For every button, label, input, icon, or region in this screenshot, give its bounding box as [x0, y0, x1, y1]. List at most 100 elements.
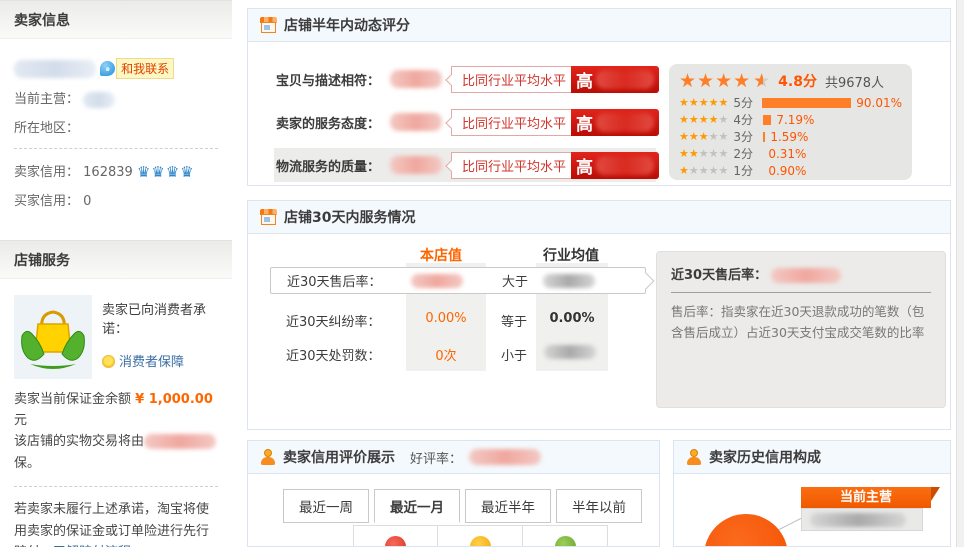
tab-last-half-year[interactable]: 最近半年 — [465, 489, 551, 523]
scrollbar[interactable] — [956, 0, 964, 547]
stars-off: ★★ — [709, 130, 729, 143]
positive-face-icon — [385, 536, 406, 547]
stars-on: ★★ — [679, 147, 699, 160]
score-bar — [763, 132, 765, 142]
stars-on: ★★★★★ — [679, 96, 728, 109]
service-panel-title: 店铺30天内服务情况 — [284, 207, 415, 227]
score-pct: 0.31% — [768, 147, 806, 161]
deposit-line2-prefix: 该店铺的实物交易将由 — [14, 434, 144, 449]
breakdown-row-2: ★★★★★ 2分 0.31% — [679, 145, 902, 162]
deposit-text: 卖家当前保证金余额 ¥ 1,000.00 元 该店铺的实物交易将由保。 — [14, 389, 218, 475]
redacted-seller-name — [14, 60, 96, 78]
time-range-tabs: 最近一周 最近一月 最近半年 半年以前 — [283, 489, 647, 523]
region-row: 所在地区： — [14, 117, 218, 136]
higher-word: 高 — [576, 153, 593, 178]
industry-value-column-header: 行业均值 — [543, 245, 599, 265]
stars-on: ★★★★ — [679, 113, 718, 126]
redacted-percent — [596, 70, 654, 89]
score-label: 4分 — [733, 111, 759, 128]
seller-credit-row: 卖家信用： 162839 ♛♛♛♛ — [14, 161, 218, 181]
info-description: 售后率：指卖家在近30天退款成功的笔数（包含售后成立）占近30天支付宝成交笔数的… — [671, 301, 931, 344]
stars-on: ★★★ — [679, 130, 709, 143]
compensation-note: 若卖家未履行上述承诺，淘宝将使用卖家的保证金或订单险进行先行赔付。了解赔付流程 … — [14, 499, 218, 547]
breakdown-row-3: ★★★★★ 3分 1.59% — [679, 128, 902, 145]
redacted-score — [390, 156, 442, 174]
seller-credit-page: 卖家信息 ๑和我联系 当前主营： 所在地区： 卖家信用： 162839 ♛♛♛♛… — [0, 0, 964, 547]
shop-service-section-title: 店铺服务 — [0, 240, 232, 279]
wangwang-chat-icon[interactable]: ๑ — [100, 61, 115, 76]
tab-last-week[interactable]: 最近一周 — [283, 489, 369, 523]
storefront-icon — [260, 17, 277, 33]
person-icon — [686, 449, 702, 465]
dsr-panel-title: 店铺半年内动态评分 — [284, 15, 410, 35]
redacted-score — [390, 70, 442, 88]
tab-before-half-year[interactable]: 半年以前 — [556, 489, 642, 523]
consumer-protection-link[interactable]: 消费者保障 — [119, 355, 184, 370]
overall-score: 4.8分 — [778, 71, 817, 91]
service-panel-header: 店铺30天内服务情况 — [248, 201, 950, 234]
sidebar: 卖家信息 ๑和我联系 当前主营： 所在地区： 卖家信用： 162839 ♛♛♛♛… — [0, 0, 232, 547]
higher-badge: 高 — [571, 152, 659, 179]
stars-off: ★ — [718, 113, 728, 126]
deposit-amount: ¥ 1,000.00 — [135, 392, 213, 407]
review-panel: 卖家信用评价展示 好评率： 最近一周 最近一月 最近半年 半年以前 — [247, 440, 660, 547]
score-label: 5分 — [733, 94, 758, 111]
compare-callout: 比同行业平均水平 高 — [451, 109, 651, 136]
dsr-panel: 店铺半年内动态评分 宝贝与描述相符： 比同行业平均水平 高 卖家的服务态度： 比… — [247, 8, 951, 186]
score-bar — [763, 115, 771, 125]
industry-value: 0.00% — [536, 311, 608, 326]
consumer-protection-hands-icon — [14, 295, 92, 379]
row-label: 近30天纠纷率： — [286, 311, 381, 330]
tab-last-month[interactable]: 最近一月 — [374, 489, 460, 523]
stars-off: ★★★ — [699, 147, 729, 160]
redacted-industry-value — [543, 274, 595, 288]
divider — [14, 148, 218, 149]
history-panel-title: 卖家历史信用构成 — [709, 447, 821, 467]
review-table — [353, 525, 608, 547]
breakdown-row-1: ★★★★★ 1分 0.90% — [679, 162, 902, 179]
compensation-text: 若卖家未履行上述承诺，淘宝将使用卖家的保证金或订单险进行先行赔付。 — [14, 502, 209, 547]
person-icon — [260, 449, 276, 465]
ribbon-fold-icon — [931, 487, 940, 501]
promise-label: 卖家已向消费者承诺： — [102, 299, 218, 337]
redacted-main-business — [83, 92, 115, 108]
deposit-unit: 元 — [14, 413, 27, 428]
positive-rate-label: 好评率： — [410, 448, 462, 467]
score-label: 2分 — [733, 145, 759, 162]
seller-info-section-title: 卖家信息 — [0, 0, 232, 39]
crown-icons: ♛♛♛♛ — [137, 163, 195, 181]
service-panel: 店铺30天内服务情况 本店值 行业均值 近30天售后率： 大于 近30天纠纷率：… — [247, 200, 951, 430]
overall-rating: ★★★★★★ 4.8分 共9678人 — [679, 71, 902, 91]
compare-word: 小于 — [501, 345, 527, 364]
row-label: 近30天售后率： — [287, 271, 382, 290]
main-business-label: 当前主营： — [14, 92, 79, 107]
seller-credit-value: 162839 — [83, 165, 133, 180]
positive-review-cell — [353, 525, 438, 547]
compare-word: 大于 — [502, 271, 528, 290]
divider — [14, 486, 218, 487]
redacted-percent — [596, 156, 654, 175]
contact-me-button[interactable]: 和我联系 — [116, 58, 174, 79]
deposit-prefix: 卖家当前保证金余额 — [14, 392, 131, 407]
stars-on: ★ — [679, 164, 689, 177]
aftersale-rate-row: 近30天售后率： 大于 — [270, 267, 646, 294]
shop-value: 0.00% — [406, 311, 486, 326]
redacted-percent — [596, 113, 654, 132]
buyer-credit-row: 买家信用： 0 — [14, 190, 218, 209]
rating-count: 共9678人 — [825, 72, 884, 91]
history-panel: 卖家历史信用构成 当前主营 — [673, 440, 951, 547]
info-title: 近30天售后率： — [671, 268, 767, 283]
higher-badge: 高 — [571, 109, 659, 136]
current-business-ribbon: 当前主营 — [801, 487, 931, 508]
compare-text: 比同行业平均水平 — [452, 156, 571, 175]
buyer-credit-value: 0 — [83, 194, 91, 209]
shop-value: 0次 — [406, 345, 486, 364]
seller-credit-label: 卖家信用： — [14, 165, 79, 180]
redacted-guarantor — [144, 434, 216, 449]
star-icons: ★★★★ — [679, 72, 751, 91]
higher-word: 高 — [576, 110, 593, 135]
history-panel-header: 卖家历史信用构成 — [674, 441, 950, 474]
higher-word: 高 — [576, 67, 593, 92]
higher-badge: 高 — [571, 66, 659, 93]
deposit-line2-suffix: 保。 — [14, 456, 40, 471]
